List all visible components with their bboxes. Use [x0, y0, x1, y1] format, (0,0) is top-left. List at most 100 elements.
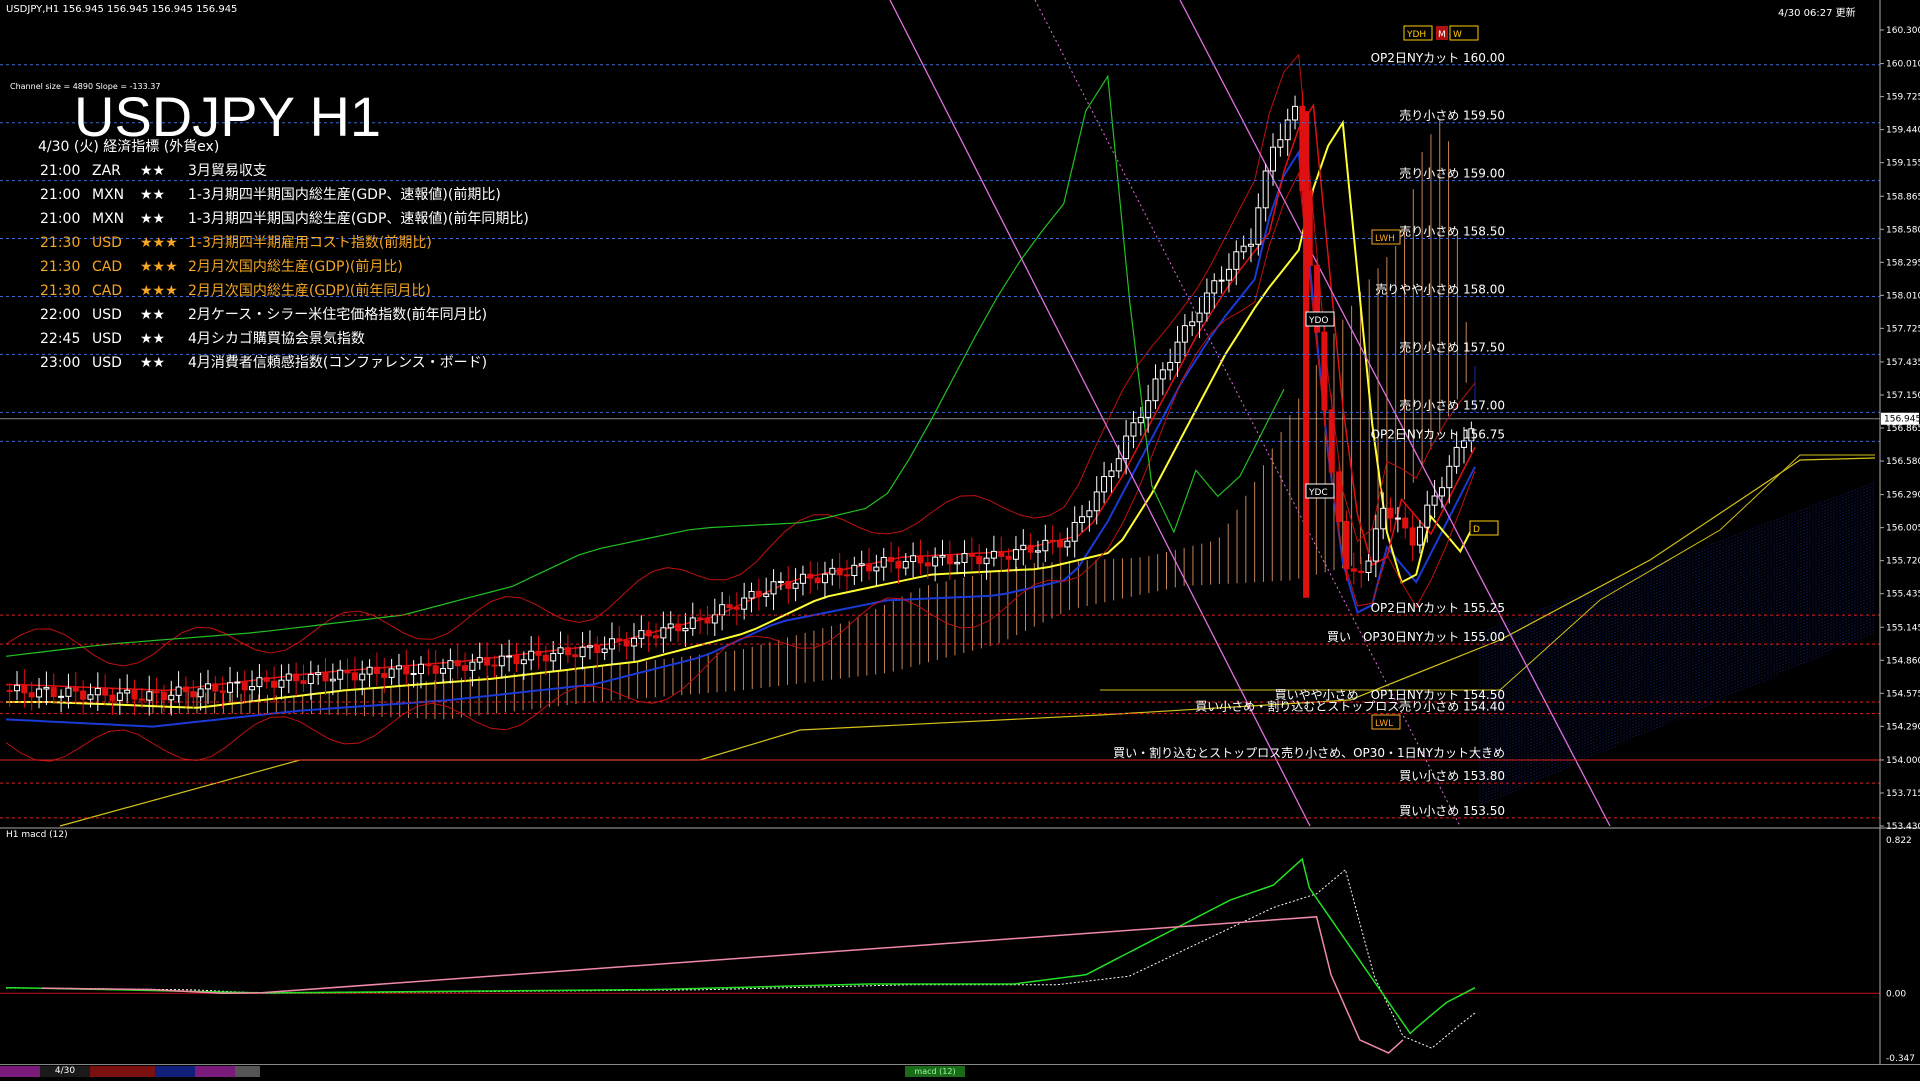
period-tab[interactable]	[0, 1066, 40, 1077]
candle-body	[1020, 544, 1027, 551]
candle-body	[1079, 516, 1086, 523]
candle-body	[807, 573, 814, 579]
candle-body	[1350, 568, 1357, 572]
candle-body	[506, 655, 513, 658]
candle-body	[836, 567, 843, 576]
calendar-event: 21:30 USD ★★★ 1-3月期四半期雇用コスト指数(前期比)	[40, 232, 432, 254]
period-tab[interactable]	[235, 1066, 260, 1077]
price-tick-label: 157.150	[1886, 391, 1920, 401]
candle-body	[1343, 521, 1350, 570]
price-chart[interactable]: OP2日NYカット 160.00 売り小さめ 159.50 売り小さめ 159.00…	[0, 0, 1920, 1080]
event-name: 1-3月期四半期雇用コスト指数(前期比)	[188, 235, 432, 251]
event-time: 21:00	[40, 187, 81, 203]
candle-body	[138, 698, 145, 701]
candle-body	[50, 687, 57, 698]
event-currency: MXN	[92, 187, 125, 203]
candle-body	[1086, 510, 1093, 518]
candle-body	[366, 666, 373, 675]
candle-body	[1071, 521, 1078, 542]
period-tab[interactable]	[195, 1066, 235, 1077]
candle-body	[1005, 555, 1012, 560]
candle-body	[763, 593, 770, 597]
price-level-label: 売り小さめ 159.50	[1399, 108, 1505, 123]
event-stars: ★★★	[140, 283, 178, 299]
candle-body	[14, 684, 21, 692]
candle-body	[1189, 321, 1196, 327]
candle-body	[799, 573, 806, 584]
candle-body	[153, 691, 160, 694]
candle-body	[124, 689, 131, 694]
candle-body	[491, 664, 498, 667]
price-tick-label: 157.725	[1886, 324, 1920, 334]
candle-body	[528, 650, 535, 661]
price-level-label: 売り小さめ 158.50	[1399, 224, 1505, 239]
period-tab[interactable]	[155, 1066, 195, 1077]
event-name: 4月消費者信頼感指数(コンファレンス・ボード)	[188, 355, 488, 371]
symbol-line: USDJPY,H1 156.945 156.945 156.945 156.94…	[6, 4, 238, 15]
candle-body	[888, 557, 895, 562]
candle-body	[36, 688, 43, 698]
candle-body	[175, 686, 182, 696]
candle-body	[557, 647, 564, 654]
candle-body	[168, 694, 175, 701]
candle-body	[410, 673, 417, 676]
event-currency: CAD	[92, 259, 123, 275]
candle-body	[844, 574, 851, 577]
calendar-event: 21:00 MXN ★★ 1-3月期四半期国内総生産(GDP、速報値)(前期比)	[40, 184, 501, 206]
candle-body	[43, 687, 50, 690]
candle-body	[1211, 280, 1218, 294]
candle-body	[373, 666, 380, 674]
candle-body	[1152, 378, 1159, 402]
candle-body	[910, 555, 917, 563]
candle-body	[1372, 528, 1379, 562]
chart-window: OP2日NYカット 160.00 売り小さめ 159.50 売り小さめ 159.00…	[0, 0, 1920, 1081]
period-tab[interactable]	[90, 1066, 155, 1077]
candle-body	[1101, 476, 1108, 493]
candle-body	[814, 577, 821, 584]
candle-body	[344, 669, 351, 674]
candle-body	[623, 640, 630, 647]
marker-tag-label: D	[1473, 525, 1480, 535]
candle-body	[770, 581, 777, 595]
candle-body	[351, 672, 358, 681]
candle-body	[983, 557, 990, 565]
candle-body	[902, 561, 909, 569]
candle-body	[667, 623, 674, 629]
calendar-title: 4/30 (火) 経済指標 (外貨ex)	[38, 139, 220, 155]
marker-tag-label: LWL	[1375, 719, 1393, 729]
candle-body	[564, 647, 571, 656]
candle-body	[660, 627, 667, 639]
candle-body	[792, 582, 799, 589]
event-name: 1-3月期四半期国内総生産(GDP、速報値)(前年同期比)	[188, 211, 529, 227]
candle-body	[197, 688, 204, 698]
candle-body	[271, 680, 278, 688]
candle-body	[131, 689, 138, 700]
candle-body	[58, 695, 65, 698]
indicator-tab[interactable]: macd (12)	[905, 1066, 965, 1077]
candle-body	[616, 638, 623, 642]
event-time: 22:00	[40, 307, 81, 323]
event-time: 23:00	[40, 355, 81, 371]
candle-body	[1064, 540, 1071, 548]
price-tick-label: 159.440	[1886, 126, 1920, 136]
candle-body	[1358, 570, 1365, 574]
price-tick-label: 158.295	[1886, 258, 1920, 268]
event-currency: MXN	[92, 211, 125, 227]
event-name: 1-3月期四半期国内総生産(GDP、速報値)(前期比)	[188, 187, 501, 203]
candle-body	[278, 679, 285, 688]
candle-body	[675, 623, 682, 632]
date-tab[interactable]: 4/30	[40, 1066, 90, 1077]
candle-body	[1123, 435, 1130, 460]
candle-body	[182, 686, 189, 693]
price-tick-label: 158.865	[1886, 192, 1920, 202]
candle-body	[638, 630, 645, 639]
candle-body	[601, 648, 608, 654]
candle-body	[924, 562, 931, 567]
candle-body	[785, 580, 792, 589]
price-level-label: OP2日NYカット 156.75	[1371, 427, 1505, 441]
event-currency: USD	[92, 331, 122, 347]
candle-body	[403, 665, 410, 675]
candle-body	[733, 607, 740, 610]
candle-body	[829, 567, 836, 575]
event-time: 21:00	[40, 163, 81, 179]
